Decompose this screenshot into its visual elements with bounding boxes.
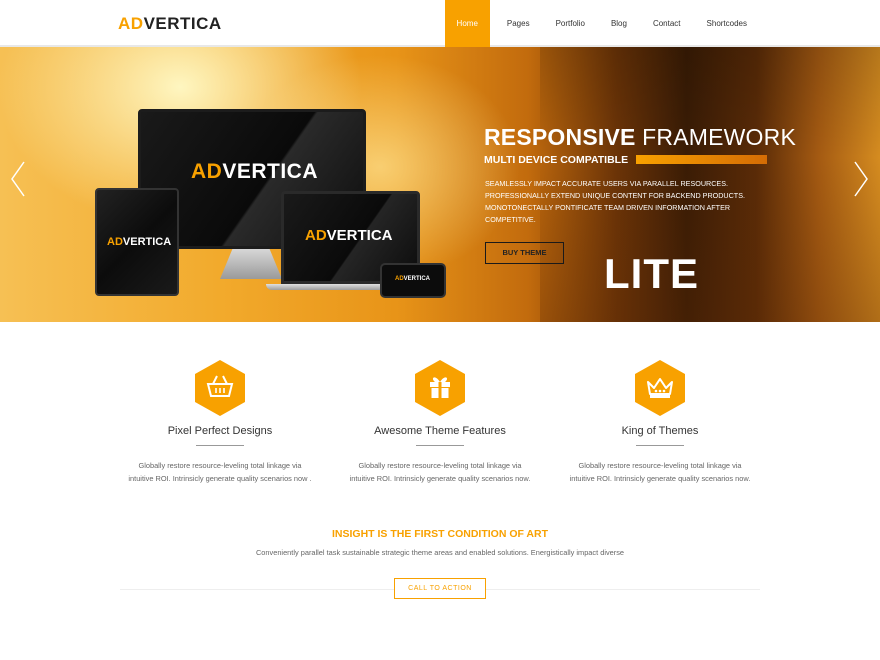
feature-title: King of Themes [621,425,699,437]
chevron-left-icon[interactable] [10,161,26,197]
nav-item-pages[interactable]: Pages [494,0,543,47]
phone-device: ADVERTICA [380,263,446,298]
nav-item-shortcodes[interactable]: Shortcodes [694,0,760,47]
cta-subtext: Conveniently parallel task sustainable s… [255,548,625,557]
device-logo: ADVERTICA [191,160,319,183]
logo-rest: VERTICA [143,14,222,33]
feature-title: Pixel Perfect Designs [167,425,273,437]
feature-text: Globally restore resource-leveling total… [128,461,312,483]
buy-theme-button[interactable]: BUY THEME [485,242,564,264]
chevron-right-icon[interactable] [853,161,869,197]
feature-text: Globally restore resource-leveling total… [569,461,751,483]
call-to-action-button[interactable]: CALL TO ACTION [394,578,486,599]
gift-icon [415,360,465,416]
cta-heading: INSIGHT IS THE FIRST CONDITION OF ART [331,528,549,540]
main-nav: Home Pages Portfolio Blog Contact Shortc… [444,0,760,47]
basket-icon [195,360,245,416]
hero-description: Seamlessly impact accurate users via par… [485,179,745,224]
nav-item-portfolio[interactable]: Portfolio [543,0,598,47]
monitor-stand [220,249,282,279]
feature-pixel-perfect: Pixel Perfect Designs Globally restore r… [110,360,330,485]
lite-badge: LITE [604,250,699,297]
tablet-device: ADVERTICA [95,188,179,296]
hero-slider: ADVERTICA ADVERTICA ADVERTICA ADVERTICA … [0,47,880,322]
hero-accent-bar [636,155,767,164]
nav-item-blog[interactable]: Blog [598,0,640,47]
feature-divider [196,445,244,446]
logo-accent: AD [118,14,144,33]
device-logo: ADVERTICA [395,276,431,282]
nav-item-contact[interactable]: Contact [640,0,694,47]
feature-divider [636,445,684,446]
site-logo[interactable]: ADVERTICA [118,14,222,34]
feature-text: Globally restore resource-leveling total… [349,461,531,483]
device-logo: ADVERTICA [305,227,393,244]
hero-subtitle: MULTI DEVICE COMPATIBLE [484,154,629,166]
feature-theme-features: Awesome Theme Features Globally restore … [330,360,550,485]
feature-king-of-themes: King of Themes Globally restore resource… [550,360,770,485]
hero-title: RESPONSIVE FRAMEWORK [484,124,796,150]
feature-divider [416,445,464,446]
nav-item-home[interactable]: Home [444,0,490,47]
feature-title: Awesome Theme Features [374,425,506,437]
site-header: ADVERTICA Home Pages Portfolio Blog Cont… [0,0,880,47]
device-logo: ADVERTICA [107,236,172,248]
crown-icon [635,360,685,416]
